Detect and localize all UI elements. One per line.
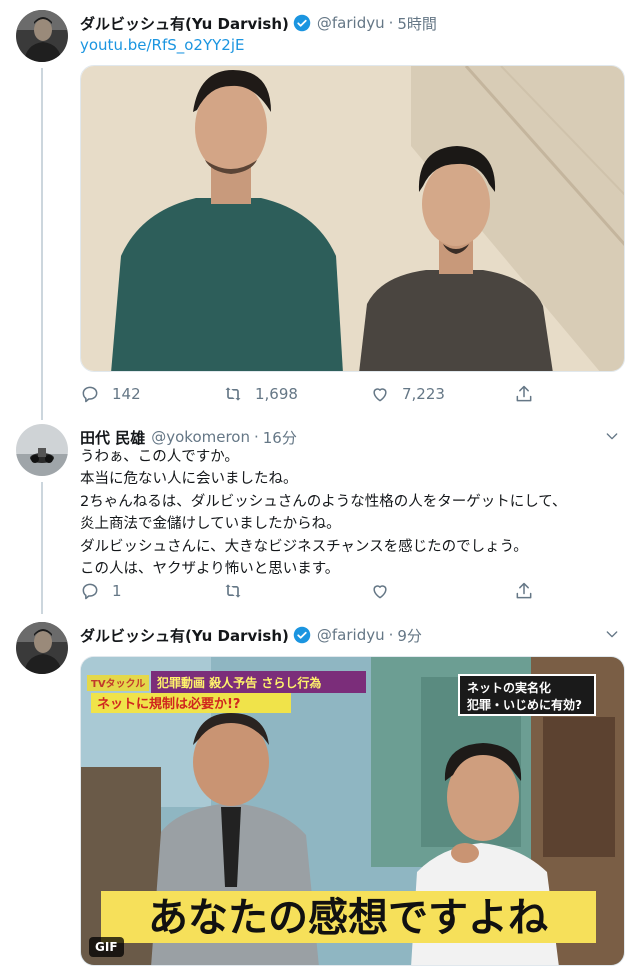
share-button[interactable] [514,384,534,404]
tweet-actions: 142 1,698 7,223 [80,384,540,406]
tweet-text: うわぁ、この人ですか。 本当に危ない人に会いましたね。 2ちゃんねるは、ダルビッ… [80,446,620,580]
display-name[interactable]: 田代 民雄 [80,427,145,448]
retweet-icon [225,584,241,598]
tv-corner-title: TVタックル [91,678,145,690]
reply-button[interactable]: 1 [80,581,122,601]
share-button[interactable] [514,581,534,601]
heart-icon [373,585,387,599]
chevron-down-icon[interactable] [604,428,620,444]
timestamp[interactable]: 9分 [397,625,422,646]
like-button[interactable] [370,581,390,601]
like-count: 7,223 [402,385,445,403]
handle[interactable]: @yokomeron [151,428,250,446]
tweet-text-line: 炎上商法で金儲けしていましたからね。 [80,516,341,533]
avatar[interactable] [16,622,68,674]
tv-topic-line2: 犯罪・いじめに有効? [466,697,582,712]
verified-badge-icon [293,626,311,644]
timestamp[interactable]: 16分 [263,427,297,448]
timestamp[interactable]: 5時間 [397,13,437,34]
tv-banner-bottom: ネットに規制は必要か!? [97,696,240,712]
thread-line [41,68,43,420]
chevron-down-icon[interactable] [604,626,620,642]
tweet-text-line: 2ちゃんねるは、ダルビッシュさんのような性格の人をターゲットにして、 [80,493,567,510]
tweet-1[interactable]: ダルビッシュ有(Yu Darvish) @faridyu · 5時間 youtu… [0,10,640,420]
verified-badge-icon [293,14,311,32]
retweet-button[interactable] [223,581,243,601]
thread-line [41,482,43,614]
avatar[interactable] [16,424,68,476]
reply-count: 142 [112,385,141,403]
tweet-gif[interactable]: TVタックル 犯罪動画 殺人予告 さらし行為 ネットに規制は必要か!? ネットの… [80,656,625,966]
retweet-count: 1,698 [255,385,298,403]
tweet-3[interactable]: ダルビッシュ有(Yu Darvish) @faridyu · 9分 TVタックル… [0,622,640,976]
share-icon [516,385,532,402]
tweet-header: ダルビッシュ有(Yu Darvish) @faridyu · 5時間 [80,10,620,36]
tv-banner-top: 犯罪動画 殺人予告 さらし行為 [156,675,321,690]
display-name[interactable]: ダルビッシュ有(Yu Darvish) [80,13,289,34]
reply-count: 1 [112,582,122,600]
reply-icon [82,583,98,600]
handle[interactable]: @faridyu [317,14,385,32]
separator-dot: · [253,428,259,446]
tweet-photo[interactable] [80,65,625,372]
display-name[interactable]: ダルビッシュ有(Yu Darvish) [80,625,289,646]
reply-button[interactable]: 142 [80,384,141,404]
tweet-text-line: ダルビッシュさんに、大きなビジネスチャンスを感じたのでしょう。 [80,538,528,555]
tweet-actions: 1 [80,581,540,603]
gif-badge: GIF [89,937,124,957]
retweet-icon [225,387,241,401]
tweet-link[interactable]: youtu.be/RfS_o2YY2jE [80,36,244,54]
separator-dot: · [388,14,394,32]
tv-subtitle: あなたの感想ですよね [148,895,548,941]
tweet-text-line: 本当に危ない人に会いましたね。 [80,471,298,488]
heart-icon [373,388,387,402]
like-button[interactable]: 7,223 [370,384,445,404]
tweet-header: ダルビッシュ有(Yu Darvish) @faridyu · 9分 [80,622,620,648]
share-icon [516,582,532,599]
tweet-2[interactable]: 田代 民雄 @yokomeron · 16分 うわぁ、この人ですか。 本当に危な… [0,424,640,614]
retweet-button[interactable]: 1,698 [223,384,298,404]
handle[interactable]: @faridyu [317,626,385,644]
tv-topic-line1: ネットの実名化 [467,680,551,695]
reply-icon [82,386,98,403]
tweet-text-line: この人は、ヤクザより怖いと思います。 [80,561,340,578]
avatar[interactable] [16,10,68,62]
tweet-text-line: うわぁ、この人ですか。 [80,449,239,465]
separator-dot: · [388,626,394,644]
